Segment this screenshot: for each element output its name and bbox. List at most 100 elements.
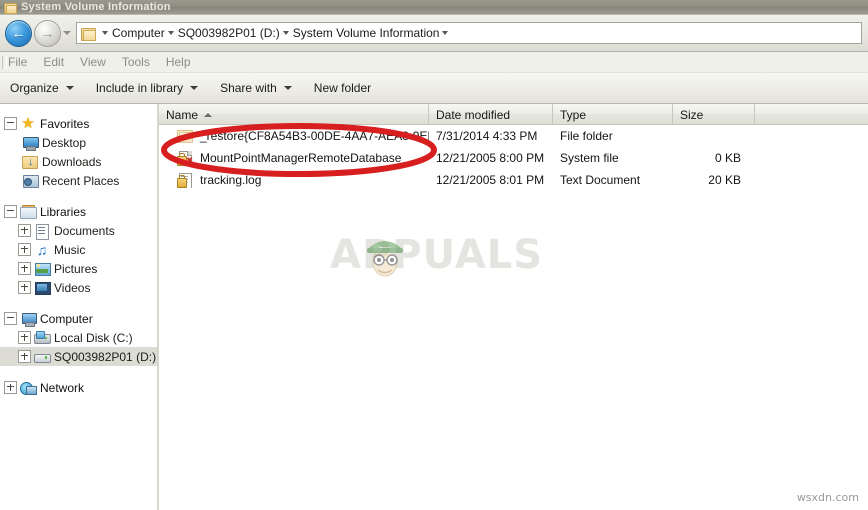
sidebar-group-computer[interactable]: Computer	[0, 309, 157, 328]
sidebar-item-desktop[interactable]: Desktop	[0, 133, 157, 152]
breadcrumb-current-folder[interactable]: System Volume Information	[293, 26, 440, 40]
file-name-label: tracking.log	[200, 173, 262, 187]
file-name-cell[interactable]: _restore{CF8A54B3-00DE-4AA7-AEA8-9EB5...	[159, 128, 429, 144]
sidebar-label-libraries: Libraries	[40, 204, 87, 219]
column-header-date-label: Date modified	[436, 107, 511, 122]
chevron-down-icon	[283, 86, 292, 90]
sidebar-group-libraries[interactable]: Libraries	[0, 202, 157, 221]
expand-expander-icon[interactable]	[4, 381, 17, 394]
sidebar-label-favorites: Favorites	[40, 116, 90, 131]
sidebar-label-desktop: Desktop	[42, 135, 87, 150]
new-folder-label: New folder	[313, 81, 372, 95]
sidebar-group-favorites[interactable]: ★ Favorites	[0, 114, 157, 133]
sidebar-item-documents[interactable]: Documents	[0, 221, 157, 240]
file-type-cell: Text Document	[560, 173, 641, 187]
back-arrow-icon: ←	[11, 25, 26, 41]
content-area: ★ Favorites Desktop ↓ Downloads Recent P…	[0, 104, 868, 510]
back-button[interactable]: ←	[5, 19, 32, 47]
text-document-locked-icon	[177, 172, 193, 188]
include-in-library-button[interactable]: Include in library	[95, 81, 199, 95]
sidebar-item-local-disk-c[interactable]: Local Disk (C:)	[0, 328, 157, 347]
file-type-cell: File folder	[560, 129, 613, 143]
menu-item-edit[interactable]: Edit	[43, 55, 64, 69]
sidebar-group-network[interactable]: Network	[0, 378, 157, 397]
file-size-cell: 20 KB	[708, 173, 741, 187]
table-row[interactable]: _restore{CF8A54B3-00DE-4AA7-AEA8-9EB5...…	[159, 125, 868, 147]
breadcrumb-separator[interactable]	[282, 31, 289, 35]
breadcrumb-separator[interactable]	[102, 31, 108, 35]
file-size-cell: 0 KB	[714, 151, 741, 165]
breadcrumb-separator[interactable]	[442, 31, 449, 35]
sort-ascending-icon	[204, 112, 213, 117]
explorer-window: System Volume Information ← → Computer S…	[0, 0, 868, 510]
file-date-cell: 12/21/2005 8:01 PM	[436, 173, 545, 187]
organize-button[interactable]: Organize	[10, 81, 74, 95]
column-header-name-label: Name	[166, 107, 199, 122]
column-header-type[interactable]: Type	[553, 104, 673, 125]
sidebar-item-downloads[interactable]: ↓ Downloads	[0, 152, 157, 171]
folder-icon	[177, 128, 193, 144]
chevron-down-icon	[63, 31, 71, 35]
new-folder-button[interactable]: New folder	[314, 81, 371, 95]
expand-expander-icon[interactable]	[18, 331, 31, 344]
table-row[interactable]: tracking.log 12/21/2005 8:01 PM Text Doc…	[159, 169, 868, 191]
collapse-expander-icon[interactable]	[4, 312, 17, 325]
file-name-label: MountPointManagerRemoteDatabase	[200, 151, 402, 165]
star-icon: ★	[21, 114, 35, 132]
table-row[interactable]: ✖ MountPointManagerRemoteDatabase 12/21/…	[159, 147, 868, 169]
file-date-cell: 7/31/2014 4:33 PM	[436, 129, 538, 143]
expand-expander-icon[interactable]	[18, 281, 31, 294]
include-in-library-label: Include in library	[95, 81, 184, 95]
site-credit: wsxdn.com	[796, 491, 859, 504]
organize-label: Organize	[10, 81, 59, 95]
command-bar: Organize Include in library Share with N…	[0, 73, 868, 104]
sidebar-item-drive-d[interactable]: SQ003982P01 (D:)	[0, 347, 157, 366]
breadcrumb-drive[interactable]: SQ003982P01 (D:)	[178, 26, 280, 40]
expand-expander-icon[interactable]	[18, 262, 31, 275]
file-name-cell[interactable]: tracking.log	[159, 172, 429, 188]
address-bar[interactable]: Computer SQ003982P01 (D:) System Volume …	[76, 22, 862, 44]
collapse-expander-icon[interactable]	[4, 205, 17, 218]
menu-item-help[interactable]: Help	[166, 55, 191, 69]
share-with-button[interactable]: Share with	[220, 81, 292, 95]
column-header-size-label: Size	[680, 107, 704, 122]
computer-icon	[20, 311, 37, 327]
expand-expander-icon[interactable]	[18, 243, 31, 256]
chevron-down-icon	[190, 86, 199, 90]
sidebar-label-drive-d: SQ003982P01 (D:)	[54, 349, 157, 364]
sidebar-label-music: Music	[54, 242, 86, 257]
sidebar-item-recent-places[interactable]: Recent Places	[0, 171, 157, 190]
file-name-label: _restore{CF8A54B3-00DE-4AA7-AEA8-9EB5...	[200, 129, 429, 143]
removable-drive-icon	[34, 349, 51, 365]
sidebar-item-pictures[interactable]: Pictures	[0, 259, 157, 278]
menu-item-view[interactable]: View	[80, 55, 106, 69]
file-type-cell: System file	[560, 151, 619, 165]
breadcrumb-separator[interactable]	[167, 31, 174, 35]
sidebar-label-documents: Documents	[54, 223, 115, 238]
desktop-icon	[22, 135, 39, 151]
sidebar-label-computer: Computer	[40, 311, 93, 326]
sidebar-label-downloads: Downloads	[42, 154, 102, 169]
column-header-name[interactable]: Name	[159, 104, 429, 125]
window-title: System Volume Information	[21, 1, 171, 13]
forward-button[interactable]: →	[34, 19, 61, 47]
navigation-bar: ← → Computer SQ003982P01 (D:) System Vol…	[0, 15, 868, 52]
recent-pages-button[interactable]	[61, 21, 73, 46]
breadcrumb-computer[interactable]: Computer	[112, 26, 165, 40]
column-header-date-modified[interactable]: Date modified	[429, 104, 553, 125]
collapse-expander-icon[interactable]	[4, 117, 17, 130]
menu-item-tools[interactable]: Tools	[122, 55, 150, 69]
file-name-cell[interactable]: ✖ MountPointManagerRemoteDatabase	[159, 150, 429, 166]
share-with-label: Share with	[220, 81, 277, 95]
sidebar-item-videos[interactable]: Videos	[0, 278, 157, 297]
menu-item-file[interactable]: File	[8, 55, 27, 69]
column-header-size[interactable]: Size	[673, 104, 755, 125]
navigation-pane: ★ Favorites Desktop ↓ Downloads Recent P…	[0, 104, 157, 510]
expand-expander-icon[interactable]	[18, 224, 31, 237]
hard-disk-icon	[34, 330, 51, 346]
expand-expander-icon[interactable]	[18, 350, 31, 363]
sidebar-item-music[interactable]: ♫ Music	[0, 240, 157, 259]
